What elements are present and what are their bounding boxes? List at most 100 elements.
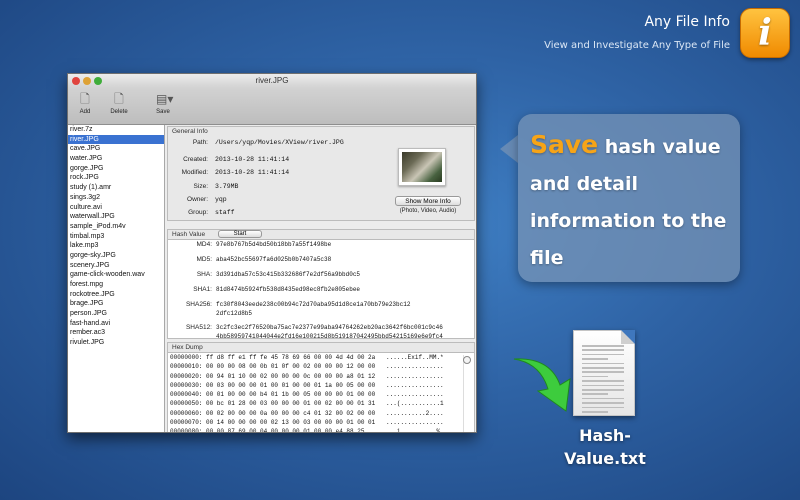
brand-title: Any File Info bbox=[644, 14, 730, 30]
delete-button[interactable]: 🗋 Delete bbox=[104, 92, 134, 115]
sha512-label: SHA512: bbox=[185, 324, 212, 331]
document-text-line bbox=[582, 389, 624, 391]
file-list-item[interactable]: study (1).amr bbox=[68, 183, 164, 193]
toolbar: 🗋 Add 🗋 Delete ▤▾ Save bbox=[68, 88, 476, 125]
document-text-line bbox=[582, 406, 624, 409]
owner-label: Owner: bbox=[187, 196, 208, 203]
hex-dump-line: 00000050: 00 bc 01 28 00 03 00 00 00 01 … bbox=[170, 400, 444, 408]
file-list-item[interactable]: rivulet.JPG bbox=[68, 338, 164, 348]
hex-dump-line: 00000000: ff d8 ff e1 ff fe 45 78 69 66 … bbox=[170, 354, 444, 361]
file-list-item[interactable]: culture.avi bbox=[68, 203, 164, 213]
callout-highlight: Save bbox=[530, 130, 599, 159]
page-fold bbox=[621, 330, 635, 344]
file-list-item[interactable]: rockotree.JPG bbox=[68, 290, 164, 300]
add-label: Add bbox=[79, 109, 91, 115]
document-text-line bbox=[582, 358, 608, 360]
file-list-item[interactable]: scenery.JPG bbox=[68, 261, 164, 271]
created-label: Created: bbox=[183, 156, 208, 163]
show-more-info-button[interactable]: Show More Info bbox=[395, 196, 461, 206]
document-text-line bbox=[582, 353, 624, 356]
hex-scrollbar[interactable] bbox=[463, 355, 472, 432]
delete-file-icon: 🗋 bbox=[114, 92, 124, 106]
file-list-item[interactable]: brage.JPG bbox=[68, 299, 164, 309]
callout-text: Save hash value and detail information t… bbox=[530, 126, 735, 277]
general-info-panel: General Info Path: /Users/yqp/Movies/XVi… bbox=[167, 126, 475, 221]
image-thumbnail bbox=[398, 148, 446, 186]
save-drive-icon: ▤▾ bbox=[156, 92, 174, 106]
hex-dump-line: 00000010: 00 00 00 08 00 0b 01 0f 00 02 … bbox=[170, 363, 444, 371]
file-list-item[interactable]: sings.3g2 bbox=[68, 193, 164, 203]
file-list-item[interactable]: river.JPG bbox=[68, 134, 164, 145]
sha512-value-line2: 4bb58959741044044e2fd16e100215d8b5191870… bbox=[216, 333, 443, 340]
document-text-line bbox=[582, 393, 608, 395]
river-photo bbox=[402, 152, 442, 182]
file-list-item[interactable]: gorge-sky.JPG bbox=[68, 251, 164, 261]
modified-value: 2013-10-28 11:41:14 bbox=[215, 169, 290, 176]
document-text-line bbox=[582, 367, 624, 369]
file-list-item[interactable]: waterwall.JPG bbox=[68, 212, 164, 222]
sha256-value-line1: fc30f8043eede238c00b94c72d70aba95d1d8ce1… bbox=[216, 301, 411, 308]
md4-value: 97e8b767b5d4bd50b18bb7a55f1498be bbox=[216, 241, 332, 248]
size-label: Size: bbox=[193, 183, 208, 190]
minimize-window-button[interactable] bbox=[83, 77, 91, 85]
file-list-item[interactable]: river.7z bbox=[68, 125, 164, 135]
sha512-value-line1: 3c2fc3ec2f76520ba75ac7e2377e99aba9476426… bbox=[216, 324, 443, 331]
document-text-line bbox=[582, 345, 624, 347]
document-text-line bbox=[582, 380, 624, 382]
hex-dump-panel: Hex Dump 00000000: ff d8 ff e1 ff fe 45 … bbox=[167, 342, 475, 433]
file-list-item[interactable]: rember.ac3 bbox=[68, 328, 164, 338]
hex-dump-line: 00000020: 00 94 01 10 00 02 00 00 00 0c … bbox=[170, 372, 444, 380]
document-text-line bbox=[582, 411, 608, 413]
size-value: 3.79MB bbox=[215, 183, 239, 190]
hex-dump-view[interactable]: 00000000: ff d8 ff e1 ff fe 45 78 69 66 … bbox=[168, 352, 474, 433]
group-label: Group: bbox=[188, 209, 208, 216]
file-list-item[interactable]: lake.mp3 bbox=[68, 241, 164, 251]
delete-label: Delete bbox=[110, 109, 128, 115]
created-value: 2013-10-28 11:41:14 bbox=[215, 156, 290, 163]
md5-label: MD5: bbox=[196, 256, 212, 263]
file-list-item[interactable]: person.JPG bbox=[68, 309, 164, 319]
file-list-item[interactable]: cave.JPG bbox=[68, 144, 164, 154]
file-list-item[interactable]: water.JPG bbox=[68, 154, 164, 164]
hash-value-panel: Hash Value Start MD4: 97e8b767b5d4bd50b1… bbox=[167, 229, 475, 340]
sha256-value-line2: 2dfc12d8b5 bbox=[216, 310, 253, 317]
start-hash-button[interactable]: Start bbox=[218, 230, 262, 238]
sha1-label: SHA1: bbox=[193, 286, 212, 293]
hex-dump-line: 00000080: 00 00 87 69 00 04 00 00 00 01 … bbox=[170, 428, 441, 433]
file-list[interactable]: river.7z river.JPG cave.JPG water.JPG gorge.… bbox=[68, 125, 165, 432]
file-list-item[interactable]: timbal.mp3 bbox=[68, 232, 164, 242]
hex-dump-line: 00000060: 00 02 00 00 00 0a 00 00 00 c4 … bbox=[170, 409, 444, 417]
md5-value: aba452bc55697fa6d025b0b7407a5c38 bbox=[216, 256, 332, 263]
file-list-item[interactable]: forest.mpg bbox=[68, 280, 164, 290]
close-window-button[interactable] bbox=[72, 77, 80, 85]
group-value: staff bbox=[215, 209, 235, 216]
hex-dump-line: 00000030: 00 03 00 00 00 01 00 01 00 00 … bbox=[170, 381, 444, 389]
scroll-knob[interactable] bbox=[463, 356, 471, 364]
save-button[interactable]: ▤▾ Save bbox=[148, 92, 178, 115]
owner-value: yqp bbox=[215, 196, 227, 203]
hex-dump-line: 00000070: 00 14 00 00 00 00 02 13 00 03 … bbox=[170, 419, 444, 427]
document-text-line bbox=[582, 397, 624, 400]
sha256-label: SHA256: bbox=[185, 301, 212, 308]
general-info-title: General Info bbox=[172, 128, 208, 135]
file-list-item[interactable]: fast-hand.avi bbox=[68, 319, 164, 329]
green-arrow-icon bbox=[513, 358, 571, 412]
add-button[interactable]: 🗋 Add bbox=[70, 92, 100, 115]
document-text-line bbox=[582, 375, 608, 378]
hash-results: MD4: 97e8b767b5d4bd50b18bb7a55f1498be MD… bbox=[168, 239, 474, 340]
sha1-value: 81d8474b5924fb538d8435ed98ec8fb2e805ebee bbox=[216, 286, 361, 293]
zoom-window-button[interactable] bbox=[94, 77, 102, 85]
hex-dump-line: 00000040: 00 01 00 00 00 b4 01 1b 00 05 … bbox=[170, 391, 444, 399]
file-list-item[interactable]: rock.JPG bbox=[68, 173, 164, 183]
callout-pointer bbox=[500, 135, 518, 163]
hex-dump-title: Hex Dump bbox=[172, 344, 203, 351]
document-text-line bbox=[582, 362, 624, 365]
add-file-icon: 🗋 bbox=[80, 92, 90, 106]
document-text-line bbox=[582, 349, 624, 351]
modified-label: Modified: bbox=[181, 169, 208, 176]
file-list-item[interactable]: sample_iPod.m4v bbox=[68, 222, 164, 232]
file-list-item[interactable]: game-click-wooden.wav bbox=[68, 270, 164, 280]
file-list-item[interactable]: gorge.JPG bbox=[68, 164, 164, 174]
hash-value-title: Hash Value bbox=[172, 231, 206, 238]
feature-callout: Save hash value and detail information t… bbox=[518, 114, 740, 282]
